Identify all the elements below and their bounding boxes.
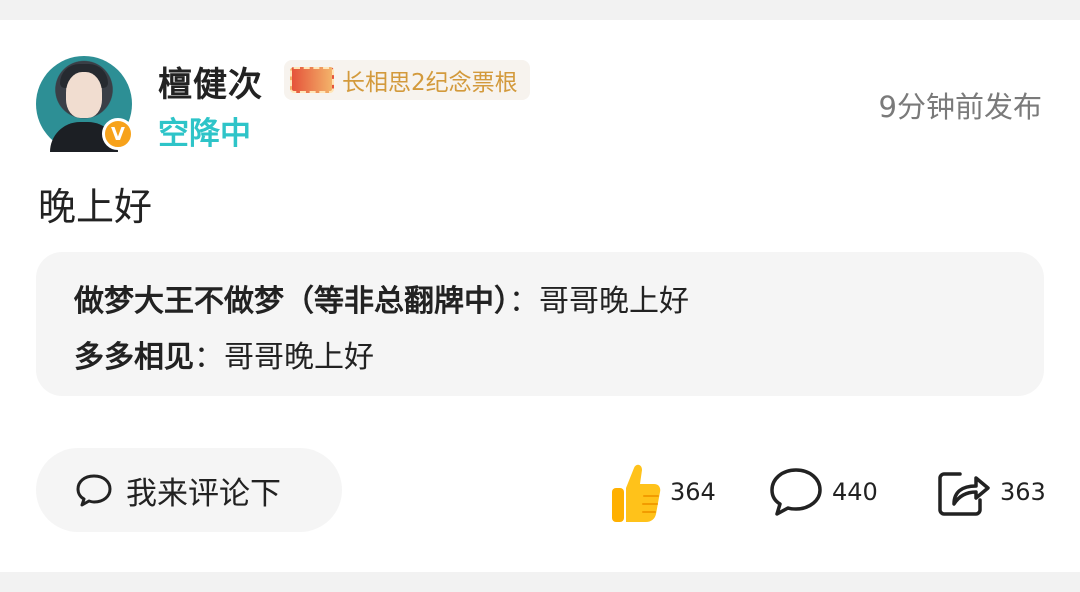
reply-text: 哥哥晚上好 [539, 284, 689, 319]
reply-separator: ： [194, 340, 224, 375]
author-status: 空降中 [158, 116, 251, 152]
post-card: V 檀健次 长相思2纪念票根 空降中 9分钟前发布 晚上好 做梦大王不做梦（等非… [0, 20, 1080, 572]
avatar-face [66, 72, 102, 118]
reply-user: 多多相见 [74, 340, 194, 375]
author-badge[interactable]: 长相思2纪念票根 [284, 60, 530, 100]
author-name[interactable]: 檀健次 [158, 57, 263, 106]
write-comment-button[interactable]: 我来评论下 [36, 448, 342, 532]
share-button[interactable]: 363 [936, 460, 1046, 524]
write-comment-label: 我来评论下 [126, 475, 281, 512]
like-count: 364 [670, 478, 716, 506]
badge-label: 长相思2纪念票根 [342, 70, 518, 96]
ticket-icon [290, 67, 334, 93]
reply-item: 多多相见：哥哥晚上好 [74, 330, 1044, 386]
like-button[interactable]: 364 [608, 460, 716, 524]
thumbs-up-icon [612, 464, 661, 522]
author-avatar[interactable]: V [36, 56, 134, 152]
comment-count-button[interactable]: 440 [768, 460, 878, 524]
reply-item: 做梦大王不做梦（等非总翻牌中）：哥哥晚上好 [74, 274, 1044, 330]
share-count: 363 [1000, 478, 1046, 506]
comment-count: 440 [832, 478, 878, 506]
speech-bubble-icon [76, 474, 112, 507]
reply-text: 哥哥晚上好 [224, 340, 374, 375]
post-text: 晚上好 [38, 185, 153, 229]
reply-separator: ： [509, 284, 539, 319]
post-time: 9分钟前发布 [878, 90, 1042, 124]
share-icon [938, 472, 990, 516]
verified-icon: V [102, 118, 134, 150]
reply-preview[interactable]: 做梦大王不做梦（等非总翻牌中）：哥哥晚上好 多多相见：哥哥晚上好 [36, 252, 1044, 396]
reply-user: 做梦大王不做梦（等非总翻牌中） [74, 284, 509, 319]
comment-icon [770, 468, 822, 516]
